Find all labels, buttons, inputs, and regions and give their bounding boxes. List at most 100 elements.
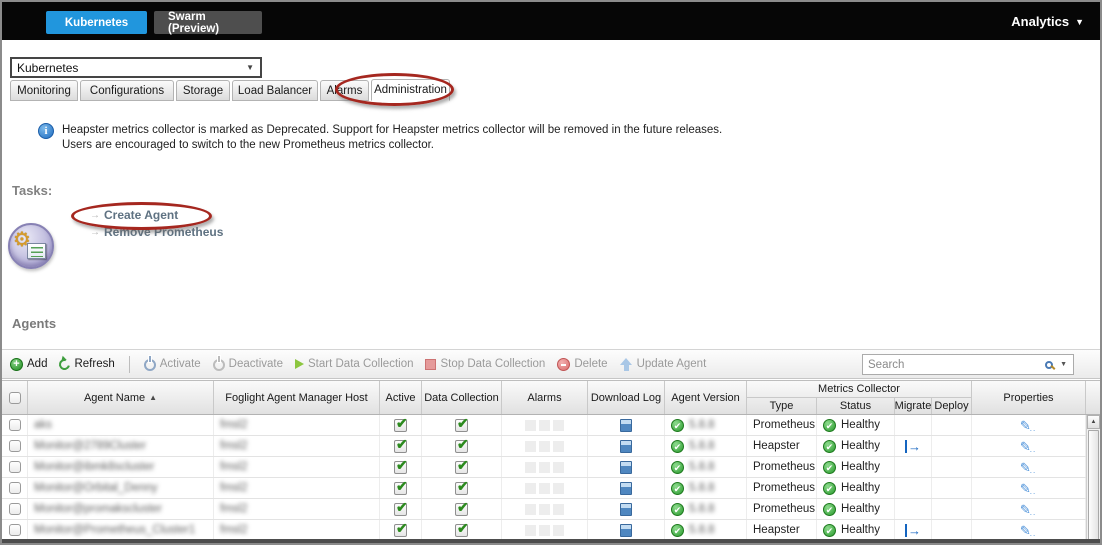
collector-status: Healthy <box>841 419 880 431</box>
scroll-up-button[interactable]: ▲ <box>1087 415 1100 429</box>
column-header-alarms[interactable]: Alarms <box>502 381 588 414</box>
table-row[interactable]: Monitor@2789Cluster fmsl2 5.8.8 Heapster… <box>2 436 1100 457</box>
start-data-collection-button[interactable]: Start Data Collection <box>295 358 413 370</box>
tab-storage[interactable]: Storage <box>176 80 230 101</box>
column-header-deploy[interactable]: Deploy <box>932 398 972 414</box>
add-button[interactable]: Add <box>10 358 47 371</box>
alarm-critical-box <box>539 483 550 494</box>
deactivate-button[interactable]: Deactivate <box>213 357 283 371</box>
table-row[interactable]: Monitor@Orbital_Denny fmsl2 5.8.8 Promet… <box>2 478 1100 499</box>
version-ok-icon <box>671 461 684 474</box>
add-icon <box>10 358 23 371</box>
migrate-icon[interactable]: → <box>905 524 921 537</box>
scrollbar-thumb[interactable] <box>1088 430 1099 540</box>
power-off-icon <box>213 359 225 371</box>
column-header-type[interactable]: Type <box>747 398 817 414</box>
remove-prometheus-label: Remove Prometheus <box>104 225 223 239</box>
tab-administration[interactable]: Administration <box>371 79 450 101</box>
download-log-icon[interactable] <box>620 440 632 453</box>
migrate-icon[interactable]: → <box>905 440 921 453</box>
tab-alarms[interactable]: Alarms <box>320 80 369 101</box>
search-icon[interactable] <box>1045 361 1053 369</box>
edit-dots: .. <box>1030 508 1036 517</box>
column-header-agent-name[interactable]: Agent Name ▲ <box>28 381 214 414</box>
row-checkbox[interactable] <box>9 482 21 494</box>
start-data-collection-label: Start Data Collection <box>308 358 413 370</box>
analytics-menu[interactable]: Analytics ▼ <box>1011 2 1084 40</box>
column-header-agent-version[interactable]: Agent Version <box>665 381 747 414</box>
activate-button[interactable]: Activate <box>144 357 201 371</box>
stop-data-collection-button[interactable]: Stop Data Collection <box>425 358 545 370</box>
column-header-active[interactable]: Active <box>380 381 422 414</box>
kubernetes-mode-button[interactable]: Kubernetes <box>46 11 147 34</box>
tab-monitoring[interactable]: Monitoring <box>10 80 78 101</box>
column-header-properties[interactable]: Properties <box>972 381 1086 414</box>
collector-status: Healthy <box>841 440 880 452</box>
download-log-icon[interactable] <box>620 482 632 495</box>
table-body: aks fmsl2 5.8.8 Prometheus Healthy .. Mo… <box>2 415 1100 541</box>
row-checkbox[interactable] <box>9 461 21 473</box>
alarm-fatal-box <box>525 483 536 494</box>
column-header-status[interactable]: Status <box>817 398 895 414</box>
service-selector-dropdown[interactable]: Kubernetes ▼ <box>10 57 262 78</box>
healthy-status-icon <box>823 461 836 474</box>
agent-name: Monitor@2789Cluster <box>34 440 146 452</box>
row-checkbox[interactable] <box>9 503 21 515</box>
alarm-warning-box <box>553 483 564 494</box>
download-log-icon[interactable] <box>620 524 632 537</box>
refresh-button[interactable]: Refresh <box>59 358 114 370</box>
active-check-icon <box>394 482 407 495</box>
version-ok-icon <box>671 482 684 495</box>
row-checkbox[interactable] <box>9 440 21 452</box>
tab-configurations[interactable]: Configurations <box>80 80 174 101</box>
column-header-download-log[interactable]: Download Log <box>588 381 665 414</box>
column-header-host[interactable]: Foglight Agent Manager Host <box>214 381 380 414</box>
collector-type: Prometheus <box>753 461 815 473</box>
stop-data-collection-label: Stop Data Collection <box>440 358 545 370</box>
download-log-icon[interactable] <box>620 503 632 516</box>
row-checkbox[interactable] <box>9 419 21 431</box>
update-agent-button[interactable]: Update Agent <box>620 358 707 371</box>
play-icon <box>295 359 304 369</box>
active-check-icon <box>394 440 407 453</box>
agent-name-header-label: Agent Name <box>84 392 145 404</box>
search-options-caret-icon[interactable]: ▼ <box>1056 361 1073 368</box>
table-row[interactable]: Monitor@Prometheus_Cluster1 fmsl2 5.8.8 … <box>2 520 1100 541</box>
collector-status: Healthy <box>841 524 880 536</box>
alarm-fatal-box <box>525 441 536 452</box>
swarm-mode-button[interactable]: Swarm (Preview) <box>154 11 262 34</box>
create-agent-link[interactable]: → Create Agent <box>90 208 223 222</box>
alarm-fatal-box <box>525 504 536 515</box>
update-agent-label: Update Agent <box>637 358 707 370</box>
table-row[interactable]: Monitor@promakscluster fmsl2 5.8.8 Prome… <box>2 499 1100 520</box>
search-input[interactable] <box>863 359 1045 371</box>
sort-ascending-icon: ▲ <box>149 392 157 404</box>
download-log-icon[interactable] <box>620 461 632 474</box>
column-header-migrate[interactable]: Migrate <box>895 398 932 414</box>
download-log-icon[interactable] <box>620 419 632 432</box>
data-collection-check-icon <box>455 440 468 453</box>
active-check-icon <box>394 461 407 474</box>
select-all-checkbox[interactable] <box>9 392 21 404</box>
alarm-critical-box <box>539 462 550 473</box>
healthy-status-icon <box>823 419 836 432</box>
task-links: → Create Agent → Remove Prometheus <box>90 208 223 239</box>
alarm-fatal-box <box>525 525 536 536</box>
table-header: Agent Name ▲ Foglight Agent Manager Host… <box>2 381 1100 415</box>
column-header-data-collection[interactable]: Data Collection <box>422 381 502 414</box>
table-row[interactable]: Monitor@ibmk8scluster fmsl2 5.8.8 Promet… <box>2 457 1100 478</box>
tab-load-balancer[interactable]: Load Balancer <box>232 80 318 101</box>
collector-status: Healthy <box>841 482 880 494</box>
task-arrow-icon: → <box>90 210 100 221</box>
edit-dots: .. <box>1030 487 1036 496</box>
row-checkbox[interactable] <box>9 524 21 536</box>
vertical-scrollbar[interactable]: ▲ <box>1086 415 1100 541</box>
deprecation-notice: Heapster metrics collector is marked as … <box>62 123 738 153</box>
remove-prometheus-link[interactable]: → Remove Prometheus <box>90 225 223 239</box>
table-row[interactable]: aks fmsl2 5.8.8 Prometheus Healthy .. <box>2 415 1100 436</box>
window-bottom-border <box>2 539 1100 543</box>
delete-label: Delete <box>574 358 607 370</box>
delete-button[interactable]: Delete <box>557 358 607 371</box>
tasks-heading: Tasks: <box>12 183 52 198</box>
data-collection-check-icon <box>455 524 468 537</box>
